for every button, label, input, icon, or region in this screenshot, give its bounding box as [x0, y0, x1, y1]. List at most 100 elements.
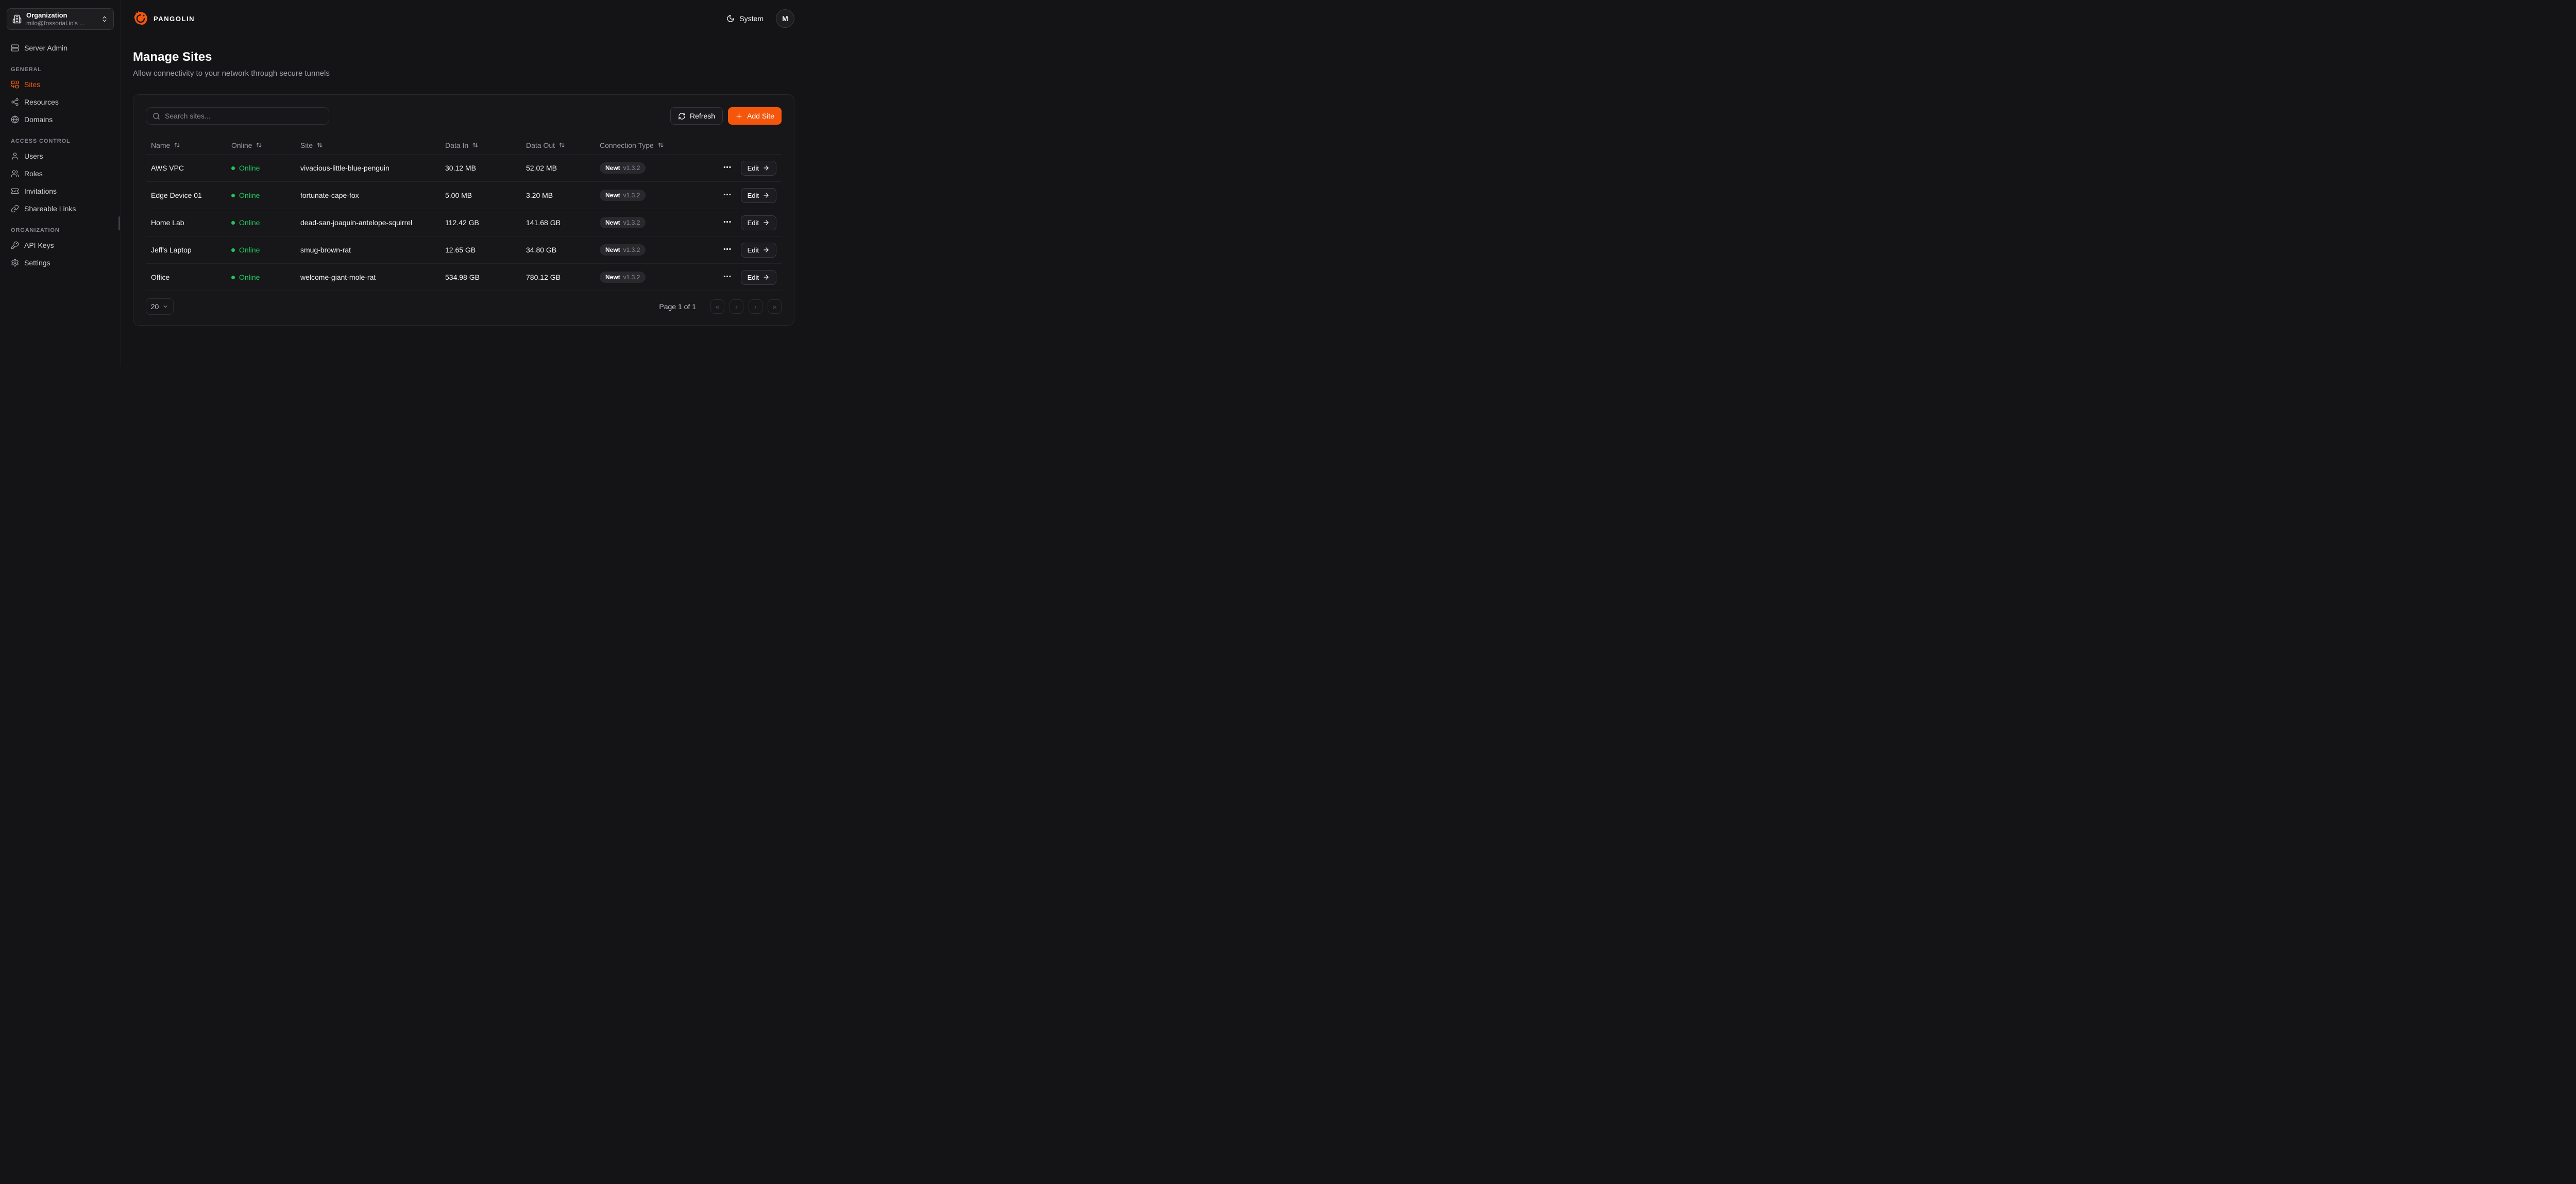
search-box — [146, 107, 329, 125]
status-badge: Online — [231, 191, 300, 199]
cell-name: AWS VPC — [151, 164, 231, 172]
connection-type: Newt — [605, 274, 620, 281]
cell-actions: Newtv1.3.2 ⋯Edit — [600, 188, 776, 203]
brand-logo-link[interactable]: PANGOLIN — [133, 11, 195, 26]
edit-button[interactable]: Edit — [741, 270, 776, 285]
sidebar-item-invitations[interactable]: Invitations — [7, 182, 114, 200]
status-dot — [231, 166, 235, 170]
gear-icon — [11, 259, 19, 267]
sidebar-item-domains[interactable]: Domains — [7, 111, 114, 128]
edit-button[interactable]: Edit — [741, 161, 776, 176]
sort-icon — [316, 142, 323, 148]
table-header: Name Online Site Data In Data Out — [146, 136, 782, 155]
sidebar-item-label: Sites — [24, 80, 40, 89]
sidebar-item-label: Roles — [24, 170, 43, 178]
next-page-button[interactable]: › — [749, 299, 762, 314]
sidebar: Organization milo@fossorial.io's ... Ser… — [0, 0, 121, 366]
sidebar-item-server-admin[interactable]: Server Admin — [7, 39, 114, 57]
plus-icon — [735, 112, 743, 120]
edit-label: Edit — [748, 192, 759, 199]
sidebar-item-settings[interactable]: Settings — [7, 254, 114, 272]
edit-button[interactable]: Edit — [741, 243, 776, 258]
cell-data-in: 5.00 MB — [445, 191, 526, 199]
chevron-down-icon — [162, 303, 168, 310]
main-content: PANGOLIN System M Manage Sites Allow con… — [121, 0, 808, 366]
sites-toolbar: Refresh Add Site — [146, 107, 782, 125]
column-label: Name — [151, 141, 170, 149]
search-icon — [152, 112, 160, 120]
cell-name: Edge Device 01 — [151, 191, 231, 199]
table-row: Home Lab Online dead-san-joaquin-antelop… — [146, 209, 782, 236]
column-header-name[interactable]: Name — [151, 141, 231, 149]
link-icon — [11, 205, 19, 213]
connection-version: v1.3.2 — [623, 219, 640, 226]
org-value: milo@fossorial.io's ... — [26, 20, 84, 27]
edit-label: Edit — [748, 246, 759, 254]
status-badge: Online — [231, 164, 300, 172]
share-icon — [11, 98, 19, 106]
sidebar-item-roles[interactable]: Roles — [7, 165, 114, 182]
column-header-data-in[interactable]: Data In — [445, 141, 526, 149]
status-label: Online — [239, 164, 260, 172]
avatar[interactable]: M — [776, 9, 794, 28]
sidebar-item-resources[interactable]: Resources — [7, 93, 114, 111]
edit-button[interactable]: Edit — [741, 215, 776, 230]
cell-data-out: 780.12 GB — [526, 273, 600, 281]
column-label: Connection Type — [600, 141, 654, 149]
sidebar-item-label: Shareable Links — [24, 205, 76, 213]
topbar: PANGOLIN System M — [133, 0, 794, 37]
cell-data-in: 112.42 GB — [445, 218, 526, 227]
arrow-right-icon — [762, 246, 770, 253]
column-header-connection-type[interactable]: Connection Type — [600, 141, 776, 149]
cell-site: smug-brown-rat — [300, 246, 445, 254]
connection-type-badge: Newtv1.3.2 — [600, 272, 646, 283]
sidebar-item-sites[interactable]: Sites — [7, 76, 114, 93]
column-label: Data In — [445, 141, 468, 149]
first-page-button[interactable]: « — [710, 299, 724, 314]
page-head: Manage Sites Allow connectivity to your … — [133, 49, 794, 78]
last-page-button[interactable]: » — [768, 299, 782, 314]
status-badge: Online — [231, 273, 300, 281]
theme-toggle[interactable]: System — [726, 14, 764, 23]
sidebar-item-api-keys[interactable]: API Keys — [7, 236, 114, 254]
row-menu-button[interactable]: ⋯ — [723, 218, 732, 227]
pagination-controls: Page 1 of 1 « ‹ › » — [659, 299, 782, 314]
arrow-right-icon — [762, 274, 770, 281]
page-size-select[interactable]: 20 — [146, 298, 174, 315]
row-menu-button[interactable]: ⋯ — [723, 246, 732, 254]
sidebar-item-users[interactable]: Users — [7, 147, 114, 165]
sidebar-item-label: Server Admin — [24, 44, 67, 52]
toolbar-buttons: Refresh Add Site — [670, 107, 782, 125]
search-input[interactable] — [165, 112, 323, 120]
connection-type-badge: Newtv1.3.2 — [600, 162, 646, 174]
sidebar-item-shareable-links[interactable]: Shareable Links — [7, 200, 114, 217]
column-header-online[interactable]: Online — [231, 141, 300, 149]
edit-button[interactable]: Edit — [741, 188, 776, 203]
sidebar-item-label: Users — [24, 152, 43, 160]
connection-type: Newt — [605, 192, 620, 199]
theme-label: System — [739, 14, 764, 23]
add-site-button[interactable]: Add Site — [728, 107, 782, 125]
cell-data-in: 12.65 GB — [445, 246, 526, 254]
row-menu-button[interactable]: ⋯ — [723, 273, 732, 281]
building-icon — [12, 14, 22, 24]
cell-site: vivacious-little-blue-penguin — [300, 164, 445, 172]
cell-data-out: 52.02 MB — [526, 164, 600, 172]
refresh-button[interactable]: Refresh — [670, 107, 723, 125]
org-switcher[interactable]: Organization milo@fossorial.io's ... — [7, 8, 114, 30]
previous-page-button[interactable]: ‹ — [730, 299, 743, 314]
column-header-site[interactable]: Site — [300, 141, 445, 149]
sort-icon — [657, 142, 664, 148]
sidebar-scrollbar-thumb[interactable] — [118, 216, 120, 230]
edit-label: Edit — [748, 219, 759, 227]
connection-version: v1.3.2 — [623, 246, 640, 253]
column-header-data-out[interactable]: Data Out — [526, 141, 600, 149]
sidebar-section-organization: ORGANIZATION — [7, 227, 114, 233]
sites-card: Refresh Add Site Name Onl — [133, 94, 794, 326]
status-dot — [231, 276, 235, 279]
sidebar-section-general: GENERAL — [7, 66, 114, 73]
row-menu-button[interactable]: ⋯ — [723, 191, 732, 199]
sort-icon — [472, 142, 479, 148]
row-menu-button[interactable]: ⋯ — [723, 164, 732, 172]
refresh-label: Refresh — [690, 112, 715, 120]
